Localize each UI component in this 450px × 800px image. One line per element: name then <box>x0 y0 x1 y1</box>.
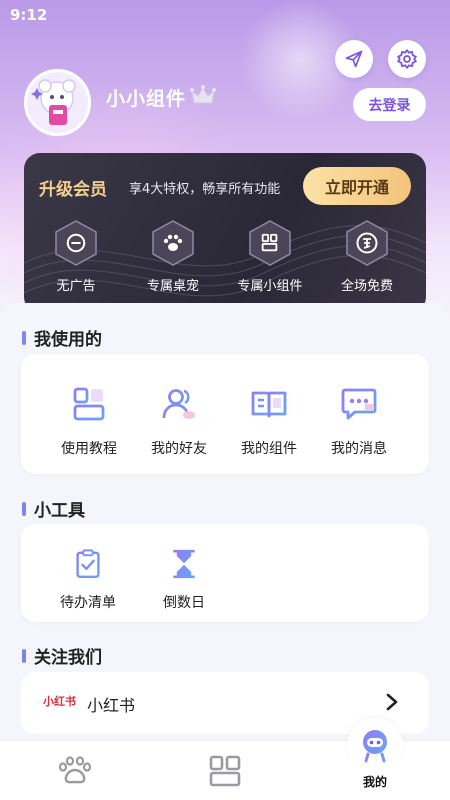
grid-label: 待办清单 <box>60 595 116 611</box>
grid-label: 使用教程 <box>61 441 117 457</box>
perk-label: 全场免费 <box>340 279 393 294</box>
clipboard-check-icon <box>76 549 100 578</box>
book-icon <box>251 391 287 418</box>
perk-no-ads: 无广告 <box>31 219 121 294</box>
grid-label: 我的组件 <box>241 441 297 457</box>
no-ads-icon <box>66 233 86 253</box>
grid-item-todo[interactable]: 待办清单 <box>43 548 133 612</box>
robot-icon <box>363 730 387 763</box>
login-button[interactable]: 去登录 <box>353 88 426 121</box>
paw-icon <box>58 756 92 784</box>
vip-subtitle: 享4大特权，畅享所有功能 <box>129 182 281 197</box>
section-title-tools: 小工具 <box>22 496 85 521</box>
widget-icon <box>261 233 278 252</box>
username: 小小组件 <box>106 88 187 110</box>
perk-pet: 专属桌宠 <box>128 219 218 294</box>
crown-icon <box>190 85 216 104</box>
grid-label: 我的好友 <box>151 441 207 457</box>
grid-label: 我的消息 <box>331 441 387 457</box>
follow-label: 小红书 <box>87 696 136 715</box>
chevron-right-icon <box>386 693 398 711</box>
status-time: 9:12 <box>10 6 48 24</box>
message-icon <box>341 388 377 420</box>
paw-icon <box>163 234 183 251</box>
hourglass-icon <box>173 549 195 579</box>
widgets-icon <box>209 755 241 787</box>
mascot-avatar-icon <box>27 72 88 133</box>
paper-plane-icon <box>345 50 363 68</box>
perk-free: 全场免费 <box>322 219 412 294</box>
perk-label: 专属桌宠 <box>146 279 199 294</box>
friends-icon <box>162 389 195 419</box>
grid-item-countdown[interactable]: 倒数日 <box>139 548 229 612</box>
section-title-follow: 关注我们 <box>22 643 102 668</box>
vip-title: 升级会员 <box>39 180 107 200</box>
grid-item-components[interactable]: 我的组件 <box>224 384 314 458</box>
perk-widget: 专属小组件 <box>225 219 315 294</box>
gear-icon <box>397 48 417 70</box>
section-accent-bar <box>22 501 26 516</box>
tutorial-icon <box>73 387 105 421</box>
grid-item-friends[interactable]: 我的好友 <box>134 384 224 458</box>
vip-activate-button[interactable]: 立即开通 <box>303 167 411 205</box>
xiaohongshu-logo: 小红书 <box>43 695 76 708</box>
section-title-text: 关注我们 <box>34 648 102 668</box>
grid-item-messages[interactable]: 我的消息 <box>314 384 404 458</box>
section-title-text: 我使用的 <box>34 330 102 350</box>
avatar[interactable] <box>24 69 91 136</box>
perk-label: 专属小组件 <box>237 279 303 294</box>
used-card: 使用教程 我的好友 我的组件 我的消息 <box>21 354 429 474</box>
section-accent-bar <box>22 330 26 345</box>
share-button[interactable] <box>335 40 373 78</box>
tab-mine-label: 我的 <box>362 775 387 789</box>
free-icon <box>356 232 378 254</box>
grid-item-tutorial[interactable]: 使用教程 <box>44 384 134 458</box>
grid-label: 倒数日 <box>163 595 205 611</box>
vip-card[interactable]: 升级会员 享4大特权，畅享所有功能 立即开通 无广告 专属桌宠 专属小组件 全场… <box>24 153 426 313</box>
tab-mine-bubble[interactable] <box>347 718 403 774</box>
settings-button[interactable] <box>388 40 426 78</box>
perk-label: 无广告 <box>56 279 96 294</box>
tab-widgets[interactable] <box>150 741 300 800</box>
section-title-text: 小工具 <box>34 501 85 521</box>
section-accent-bar <box>22 648 26 663</box>
section-title-used: 我使用的 <box>22 325 102 350</box>
tab-pet[interactable] <box>0 741 150 800</box>
tools-card: 待办清单 倒数日 <box>21 524 429 622</box>
